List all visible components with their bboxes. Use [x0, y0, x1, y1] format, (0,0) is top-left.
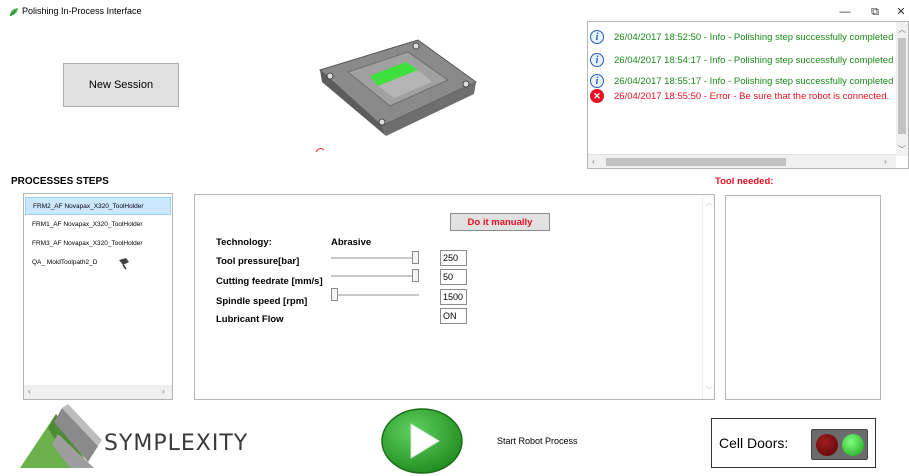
scroll-down-icon[interactable]: ﹀ — [705, 385, 713, 396]
log-vertical-scrollbar[interactable]: ︿ ﹀ — [896, 22, 908, 156]
tool-pressure-field[interactable]: 250 — [440, 250, 467, 266]
spindle-speed-label: Spindle speed [rpm] — [216, 296, 308, 307]
log-entry: i 26/04/2017 18:54:17 - Info - Polishing… — [590, 50, 893, 70]
log-panel[interactable]: i 26/04/2017 18:52:50 - Info - Polishing… — [587, 21, 909, 169]
leaf-app-icon — [9, 8, 18, 17]
list-item[interactable]: FRM1_AF Novapax_X320_ToolHolder — [25, 216, 171, 234]
error-icon: ✕ — [590, 89, 604, 103]
log-entry-text: 26/04/2017 18:52:50 - Info - Polishing s… — [614, 31, 894, 43]
scroll-left-icon[interactable]: ‹ — [592, 157, 595, 166]
process-steps-list[interactable]: FRM2_AF Novapax_X320_ToolHolder FRM1_AF … — [23, 193, 173, 400]
slider-thumb[interactable] — [331, 288, 338, 301]
traffic-light — [811, 429, 868, 460]
tool-needed-title: Tool needed: — [715, 176, 774, 187]
list-item[interactable]: QA_ MoldToolpath2_D — [25, 254, 171, 272]
red-light-icon — [816, 434, 838, 456]
restore-button[interactable]: ⧉ — [864, 2, 886, 22]
technology-value: Abrasive — [331, 237, 372, 248]
log-entry: i 26/04/2017 18:52:50 - Info - Polishing… — [590, 27, 893, 47]
processes-steps-title: PROCESSES STEPS — [11, 176, 109, 187]
info-icon: i — [590, 53, 604, 67]
slider-thumb[interactable] — [412, 251, 419, 264]
scroll-up-icon[interactable]: ︿ — [898, 24, 906, 35]
tool-pressure-slider[interactable] — [331, 251, 421, 265]
do-it-manually-button[interactable]: Do it manually — [450, 213, 550, 231]
scroll-right-icon[interactable]: › — [162, 387, 165, 396]
log-entry-text: 26/04/2017 18:55:50 - Error - Be sure th… — [614, 90, 890, 102]
tool-needed-box — [725, 195, 881, 400]
parameters-vertical-scrollbar[interactable]: ︿ ﹀ — [702, 195, 714, 399]
cutting-feedrate-field[interactable]: 50 — [440, 269, 467, 285]
log-horizontal-scrollbar[interactable]: ‹ › — [588, 154, 896, 168]
info-icon: i — [590, 30, 604, 44]
log-entry-text: 26/04/2017 18:55:17 - Info - Polishing s… — [614, 75, 894, 87]
cutting-feedrate-label: Cutting feedrate [mm/s] — [216, 276, 323, 287]
start-robot-process-label: Start Robot Process — [497, 436, 578, 446]
scroll-thumb[interactable] — [606, 158, 786, 166]
log-entry-text: 26/04/2017 18:54:17 - Info - Polishing s… — [614, 54, 894, 66]
spindle-speed-slider[interactable] — [331, 288, 421, 302]
green-light-icon — [842, 434, 864, 456]
technology-label: Technology: — [216, 237, 272, 248]
step-parameters-panel: Do it manually Technology: Abrasive Tool… — [194, 194, 715, 400]
cell-doors-label: Cell Doors: — [719, 435, 789, 451]
minimize-button[interactable]: — — [834, 2, 856, 22]
window-title: Polishing In-Process Interface — [22, 6, 142, 16]
steps-horizontal-scrollbar[interactable]: ‹ › — [24, 385, 172, 399]
list-item-label: QA_ MoldToolpath2_D — [32, 259, 98, 266]
close-button[interactable]: ✕ — [890, 2, 909, 22]
scroll-thumb[interactable] — [898, 38, 906, 134]
scroll-left-icon[interactable]: ‹ — [28, 387, 31, 396]
spindle-speed-field[interactable]: 1500 — [440, 289, 467, 305]
start-robot-process-button[interactable] — [381, 408, 463, 474]
lubricant-flow-label: Lubricant Flow — [216, 314, 284, 325]
mold-part-render — [315, 39, 477, 152]
scanner-tool-icon — [119, 258, 129, 270]
slider-thumb[interactable] — [412, 269, 419, 282]
tool-pressure-label: Tool pressure[bar] — [216, 256, 300, 267]
scroll-right-icon[interactable]: › — [884, 157, 887, 166]
new-session-button[interactable]: New Session — [63, 63, 179, 107]
list-item[interactable]: FRM3_AF Novapax_X320_ToolHolder — [25, 235, 171, 253]
scroll-up-icon[interactable]: ︿ — [705, 197, 713, 208]
cutting-feedrate-slider[interactable] — [331, 269, 421, 283]
cell-doors-indicator: Cell Doors: — [711, 418, 876, 468]
list-item[interactable]: FRM2_AF Novapax_X320_ToolHolder — [25, 197, 171, 215]
symplexity-logo-text: SYMPLEXITY — [104, 431, 249, 456]
lubricant-flow-field[interactable]: ON — [440, 308, 467, 324]
log-entry: ✕ 26/04/2017 18:55:50 - Error - Be sure … — [590, 86, 889, 106]
scroll-down-icon[interactable]: ﹀ — [898, 144, 906, 155]
